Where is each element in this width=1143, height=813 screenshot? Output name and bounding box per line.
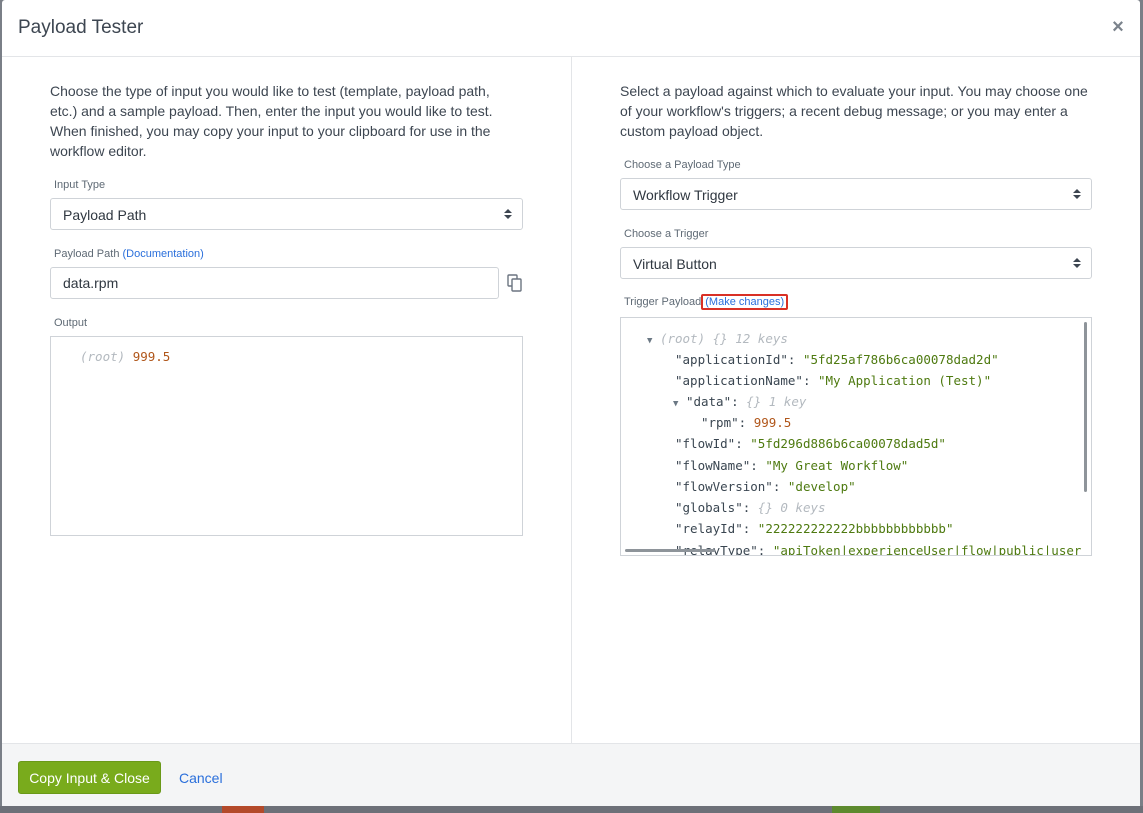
input-type-select[interactable]: Payload Path xyxy=(50,198,523,230)
tree-value: "222222222222bbbbbbbbbbbb" xyxy=(757,521,954,536)
tree-key: "flowName" xyxy=(675,458,751,473)
trigger-value: Virtual Button xyxy=(633,256,717,272)
trigger-payload-label: Trigger Payload (Make changes) xyxy=(624,294,789,310)
input-type-value: Payload Path xyxy=(63,207,147,223)
collapse-triangle-icon[interactable]: ▼ xyxy=(647,336,652,346)
modal-header: Payload Tester × xyxy=(2,0,1140,57)
trigger-label: Choose a Trigger xyxy=(624,228,709,240)
collapse-triangle-icon[interactable]: ▼ xyxy=(673,399,678,409)
backdrop-block xyxy=(832,806,880,813)
tree-key: "applicationName" xyxy=(675,373,803,388)
output-root-label: (root) xyxy=(80,349,126,364)
output-label: Output xyxy=(54,317,88,329)
select-arrows-icon xyxy=(504,209,512,219)
output-root-row: (root) 999.5 xyxy=(80,349,170,364)
close-icon[interactable]: × xyxy=(1109,16,1127,38)
tree-row-globals: "globals": {} 0 keys xyxy=(675,500,826,515)
payload-type-value: Workflow Trigger xyxy=(633,187,738,203)
tree-value: "My Great Workflow" xyxy=(765,458,909,473)
tree-key: "applicationId" xyxy=(675,352,788,367)
vertical-scrollbar[interactable] xyxy=(1084,322,1087,492)
tree-row-flowid: "flowId": "5fd296d886b6ca00078dad5d" xyxy=(675,436,946,451)
tree-key: "globals" xyxy=(675,500,743,515)
tree-value: "apiToken|experienceUser|flow|public|use… xyxy=(772,543,1082,556)
tree-row-data: ▼ "data": {} 1 key xyxy=(673,394,807,409)
input-type-label: Input Type xyxy=(54,179,106,191)
tree-key: "rpm" xyxy=(701,415,739,430)
tree-row-applicationid: "applicationId": "5fd25af786b6ca00078dad… xyxy=(675,352,999,367)
tree-root-row: ▼ (root) {} 12 keys xyxy=(647,331,788,346)
tree-meta: {} 0 keys xyxy=(757,500,826,515)
right-panel: Select a payload against which to evalua… xyxy=(572,57,1140,743)
tree-key: "relayId" xyxy=(675,521,743,536)
left-intro-text: Choose the type of input you would like … xyxy=(50,83,493,159)
modal-footer: Copy Input & Close Cancel xyxy=(2,743,1140,806)
tree-value: "develop" xyxy=(787,479,856,494)
backdrop-block xyxy=(222,806,264,813)
tree-value: "5fd296d886b6ca00078dad5d" xyxy=(750,436,946,451)
payload-type-label: Choose a Payload Type xyxy=(624,159,741,171)
payload-path-label-text: Payload Path xyxy=(54,248,120,260)
make-changes-link[interactable]: (Make changes) xyxy=(701,294,789,310)
tree-row-applicationname: "applicationName": "My Application (Test… xyxy=(675,373,992,388)
tree-key: "data" xyxy=(685,394,732,409)
tree-value: "My Application (Test)" xyxy=(818,373,992,388)
payload-path-input[interactable] xyxy=(50,267,499,299)
payload-tester-modal: Payload Tester × Choose the type of inpu… xyxy=(2,0,1140,806)
copy-input-close-button[interactable]: Copy Input & Close xyxy=(18,761,161,794)
tree-key: "flowVersion" xyxy=(675,479,773,494)
output-box: (root) 999.5 xyxy=(50,336,523,536)
payload-path-label: Payload Path (Documentation) xyxy=(54,248,204,260)
right-intro-text: Select a payload against which to evalua… xyxy=(620,83,1088,139)
tree-row-relayid: "relayId": "222222222222bbbbbbbbbbbb" xyxy=(675,521,954,536)
tree-value: "5fd25af786b6ca00078dad2d" xyxy=(802,352,999,367)
select-arrows-icon xyxy=(1073,258,1081,268)
tree-row-relaytype: "relayType": "apiToken|experienceUser|fl… xyxy=(675,543,1082,556)
tree-value: 999.5 xyxy=(753,415,792,430)
copy-icon[interactable] xyxy=(507,274,523,292)
tree-row-flowversion: "flowVersion": "develop" xyxy=(675,479,856,494)
modal-title: Payload Tester xyxy=(18,17,144,38)
trigger-payload-viewer[interactable]: ▼ (root) {} 12 keys "applicationId": "5f… xyxy=(620,317,1092,556)
horizontal-scrollbar[interactable] xyxy=(625,549,715,552)
payload-type-select[interactable]: Workflow Trigger xyxy=(620,178,1092,210)
tree-row-flowname: "flowName": "My Great Workflow" xyxy=(675,458,909,473)
cancel-link[interactable]: Cancel xyxy=(179,770,223,786)
tree-row-rpm: "rpm": 999.5 xyxy=(701,415,792,430)
output-root-value: 999.5 xyxy=(132,349,171,364)
select-arrows-icon xyxy=(1073,189,1081,199)
documentation-link[interactable]: (Documentation) xyxy=(123,248,204,260)
left-panel: Choose the type of input you would like … xyxy=(2,57,572,743)
tree-key: "flowId" xyxy=(675,436,736,451)
backdrop xyxy=(0,806,1143,813)
tree-root-label: (root) xyxy=(659,331,706,346)
tree-meta: {} 1 key xyxy=(746,394,807,409)
tree-root-meta: {} 12 keys xyxy=(712,331,788,346)
trigger-payload-label-text: Trigger Payload xyxy=(624,296,702,308)
trigger-select[interactable]: Virtual Button xyxy=(620,247,1092,279)
